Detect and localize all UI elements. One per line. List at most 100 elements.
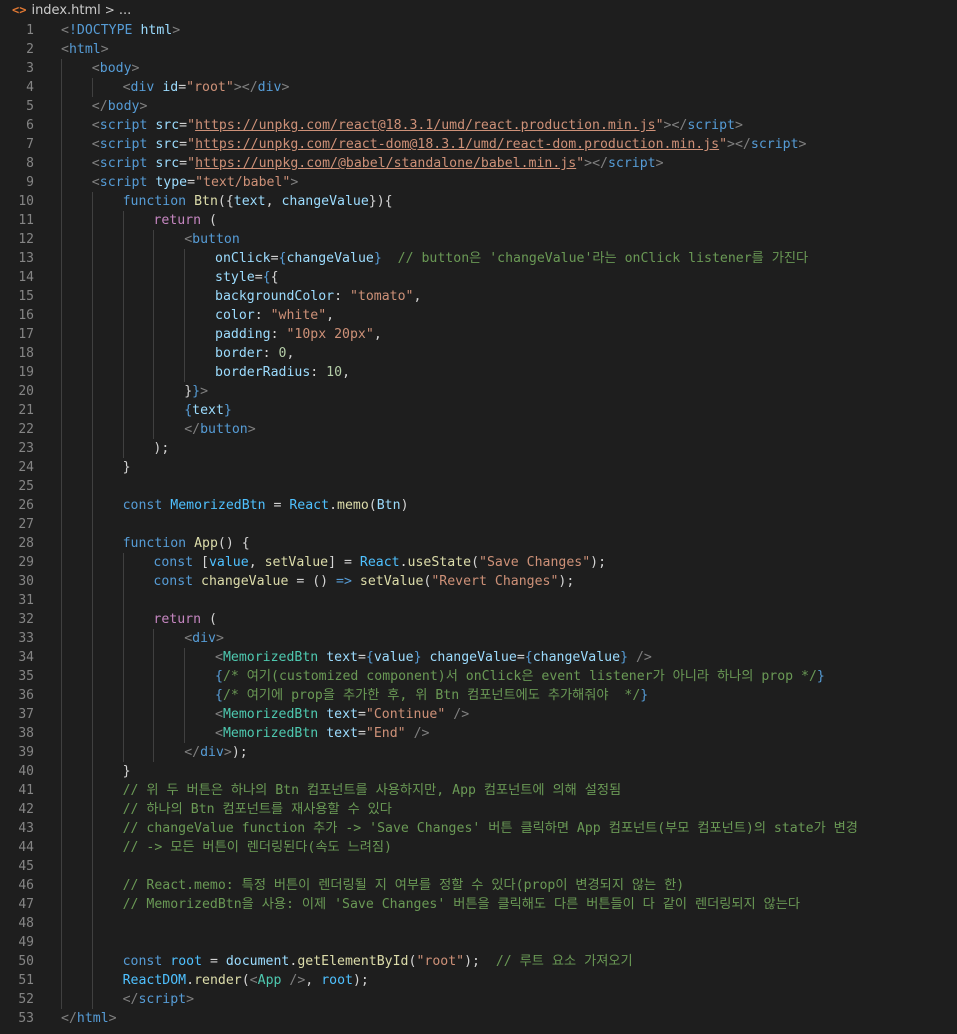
indent-guide: [91, 990, 93, 1009]
code-text: <!DOCTYPE html>: [61, 21, 180, 40]
code-token: App: [194, 536, 218, 551]
code-line[interactable]: 20}}>: [0, 382, 957, 401]
code-line[interactable]: 26 const MemorizedBtn = React.memo(Btn): [0, 496, 957, 515]
code-token: https://unpkg.com/react@18.3.1/umd/react…: [195, 118, 656, 133]
code-line[interactable]: 52 </script>: [0, 990, 957, 1009]
code-line[interactable]: 28 function App() {: [0, 534, 957, 553]
code-text: <MemorizedBtn text={value} changeValue={…: [215, 648, 652, 667]
code-token: root: [321, 973, 353, 988]
indent-guide: [153, 401, 155, 420]
code-token: script: [750, 137, 799, 152]
code-line[interactable]: 40}: [0, 762, 957, 781]
code-line[interactable]: 2 <html>: [0, 40, 957, 59]
indent-guide: [122, 268, 124, 287]
indent-guide: [122, 382, 124, 401]
indent-guide: [153, 249, 155, 268]
code-editor[interactable]: 1 <!DOCTYPE html> 2 <html> 3 <body> 4 <div id="…: [0, 20, 957, 1028]
code-line[interactable]: 21 {text}: [0, 401, 957, 420]
code-line[interactable]: 9 <script type="text/babel">: [0, 173, 957, 192]
code-line[interactable]: 17 padding: "10px 20px",: [0, 325, 957, 344]
breadcrumb-file-name[interactable]: index.html: [31, 3, 100, 18]
code-line[interactable]: 37 <MemorizedBtn text="Continue" />: [0, 705, 957, 724]
code-token: type: [155, 175, 188, 190]
code-line[interactable]: 38 <MemorizedBtn text="End" />: [0, 724, 957, 743]
indent-guide: [184, 705, 186, 724]
code-line[interactable]: 22 </button>: [0, 420, 957, 439]
indent-guide: [61, 933, 62, 952]
code-line[interactable]: 33 <div>: [0, 629, 957, 648]
code-token: const: [122, 954, 163, 969]
code-line[interactable]: 7 <script src="https://unpkg.com/react-do…: [0, 135, 957, 154]
line-number: 14: [18, 270, 34, 285]
code-line[interactable]: 13 onClick={changeValue} // button은 'chan…: [0, 249, 957, 268]
code-token: function: [122, 194, 187, 209]
line-number: 43: [18, 821, 34, 836]
code-line[interactable]: 25: [0, 477, 957, 496]
code-line[interactable]: 35 {/* 여기(customized component)서 onClick은…: [0, 667, 957, 686]
code-token: >: [200, 384, 209, 399]
code-line[interactable]: 19 borderRadius: 10,: [0, 363, 957, 382]
code-line[interactable]: 5 </body>: [0, 97, 957, 116]
code-line[interactable]: 24}: [0, 458, 957, 477]
code-token: ({: [217, 194, 234, 209]
indent-guide: [61, 211, 62, 230]
code-line[interactable]: 46 // React.memo: 특정 버튼이 렌더링될 지 여부를 정할 수 …: [0, 876, 957, 895]
indent-guide: [91, 211, 93, 230]
code-line[interactable]: 3 <body>: [0, 59, 957, 78]
code-line[interactable]: 48: [0, 914, 957, 933]
code-line[interactable]: 43 // changeValue function 추가 -> 'Save Ch…: [0, 819, 957, 838]
code-token: div: [200, 745, 224, 760]
code-line[interactable]: 50 const root = document.getElementById("…: [0, 952, 957, 971]
code-line[interactable]: 1 <!DOCTYPE html>: [0, 21, 957, 40]
code-token: MemorizedBtn: [222, 707, 319, 722]
code-line[interactable]: 39 </div>);: [0, 743, 957, 762]
code-line[interactable]: 32 return (: [0, 610, 957, 629]
code-line[interactable]: 8 <script src="https://unpkg.com/@babel/s…: [0, 154, 957, 173]
code-line[interactable]: 44 // -> 모든 버튼이 렌더링된다(속도 느려짐): [0, 838, 957, 857]
code-token: );: [153, 441, 170, 456]
code-line[interactable]: 14 style={{: [0, 268, 957, 287]
code-text: </div>);: [184, 743, 248, 762]
code-token: text: [326, 650, 358, 665]
code-line[interactable]: 42 // 하나의 Btn 컴포넌트를 재사용할 수 있다: [0, 800, 957, 819]
code-line[interactable]: 6 <script src="https://unpkg.com/react@18…: [0, 116, 957, 135]
code-line[interactable]: 49: [0, 933, 957, 952]
code-text: }}>: [184, 382, 208, 401]
code-line[interactable]: 12 <button: [0, 230, 957, 249]
code-line[interactable]: 10 function Btn({text, changeValue}){: [0, 192, 957, 211]
indent-guide: [91, 952, 93, 971]
line-number: 42: [18, 802, 34, 817]
code-line[interactable]: 51 ReactDOM.render(<App />, root);: [0, 971, 957, 990]
code-token: =: [357, 726, 366, 741]
code-token: ,: [305, 973, 322, 988]
code-line[interactable]: 30 const changeValue = () => setValue("Re…: [0, 572, 957, 591]
indent-guide: [61, 952, 62, 971]
line-number: 11: [18, 213, 34, 228]
indent-guide: [153, 667, 155, 686]
code-line[interactable]: 47 // MemorizedBtn을 사용: 이제 'Save Changes'…: [0, 895, 957, 914]
code-line[interactable]: 11 return (: [0, 211, 957, 230]
code-line[interactable]: 45: [0, 857, 957, 876]
indent-guide: [61, 743, 62, 762]
code-line[interactable]: 18 border: 0,: [0, 344, 957, 363]
code-line[interactable]: 31: [0, 591, 957, 610]
code-line[interactable]: 4 <div id="root"></div>: [0, 78, 957, 97]
code-line[interactable]: 15 backgroundColor: "tomato",: [0, 287, 957, 306]
code-line[interactable]: 27: [0, 515, 957, 534]
code-token: <: [122, 80, 131, 95]
line-number: 15: [18, 289, 34, 304]
code-line[interactable]: 36 {/* 여기에 prop을 추가한 후, 위 Btn 컴포넌트에도 추가해줘…: [0, 686, 957, 705]
indent-guide: [153, 325, 155, 344]
code-line[interactable]: 29 const [value, setValue] = React.useSta…: [0, 553, 957, 572]
code-line[interactable]: 53 </html>: [0, 1009, 957, 1028]
indent-guide: [61, 439, 62, 458]
code-token: 10: [326, 365, 343, 380]
code-line[interactable]: 16 color: "white",: [0, 306, 957, 325]
code-line[interactable]: 23);: [0, 439, 957, 458]
indent-guide: [91, 857, 93, 876]
line-number: 33: [18, 631, 34, 646]
code-line[interactable]: 34 <MemorizedBtn text={value} changeValue…: [0, 648, 957, 667]
breadcrumb-symbol-ellipsis[interactable]: ...: [119, 3, 131, 18]
code-line[interactable]: 41 // 위 두 버튼은 하나의 Btn 컴포넌트를 사용하지만, App 컴포…: [0, 781, 957, 800]
